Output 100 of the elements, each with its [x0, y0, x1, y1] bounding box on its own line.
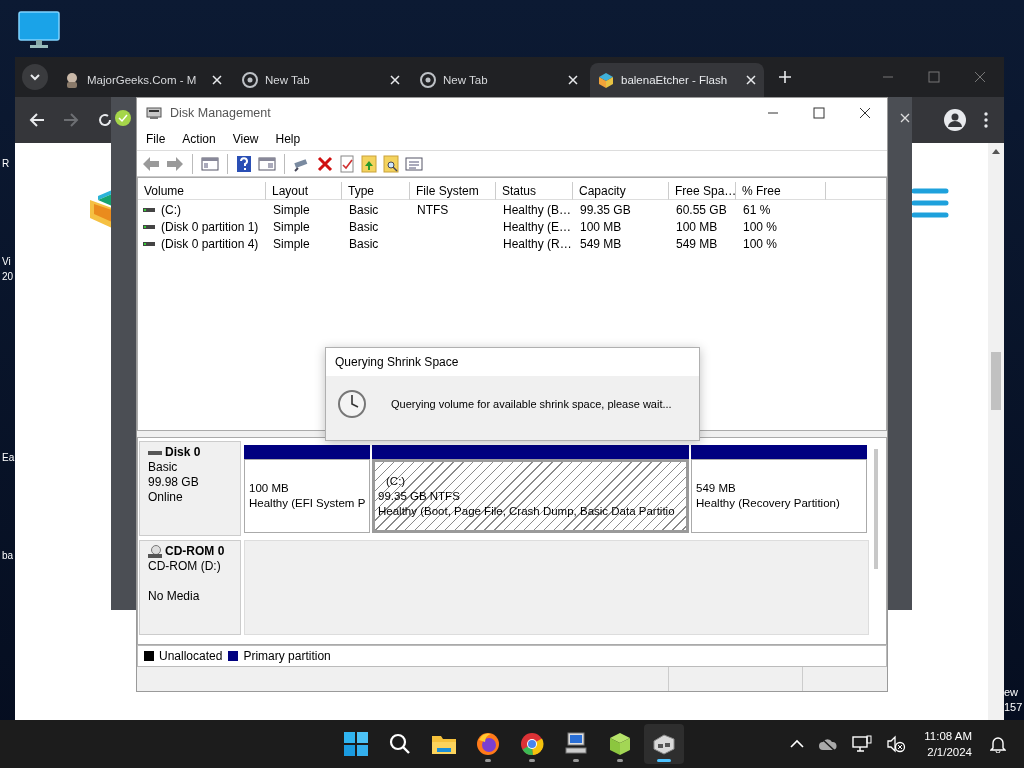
- desktop-icon-label[interactable]: 157: [1004, 700, 1023, 715]
- partition-status: Healthy (Boot, Page File, Crash Dump, Basic Data Partitio: [378, 503, 676, 519]
- table-cell-text: Basic: [348, 236, 380, 251]
- search-icon: [389, 733, 411, 755]
- profile-icon[interactable]: [944, 109, 966, 131]
- disk-size: 99.98 GB: [148, 475, 200, 490]
- close-icon[interactable]: [859, 107, 871, 119]
- table-cell-text: Healthy (E…: [502, 219, 573, 234]
- back-arrow-icon[interactable]: [29, 112, 45, 128]
- desktop-icon-label[interactable]: ba: [2, 548, 14, 563]
- desktop-icon-label[interactable]: 20: [2, 269, 14, 284]
- folder-up-icon[interactable]: [361, 154, 377, 173]
- table-cell-text: 99.35 GB: [579, 202, 632, 217]
- partition-label: (C:): [385, 473, 407, 489]
- table-cell-text: 100 MB: [675, 219, 719, 234]
- reload-icon[interactable]: [97, 112, 113, 128]
- cloud-off-icon[interactable]: [818, 737, 839, 751]
- scroll-up-icon[interactable]: [992, 149, 1000, 154]
- table-cell-text: 100 %: [742, 219, 779, 234]
- column-header[interactable]: Volume: [138, 182, 266, 200]
- column-header[interactable]: Free Spa…: [669, 182, 736, 200]
- column-header[interactable]: Capacity: [573, 182, 669, 200]
- table-cell-text: Healthy (B…: [502, 202, 573, 217]
- desktop-icon-label[interactable]: Vi: [2, 254, 11, 269]
- taskbar-button[interactable]: [644, 724, 684, 764]
- browser-tab[interactable]: New Tab: [234, 63, 408, 97]
- disk-drive-icon: [652, 733, 676, 755]
- column-header[interactable]: Status: [496, 182, 573, 200]
- partition-size: 100 MB: [249, 481, 290, 496]
- mascot-icon: [64, 72, 80, 88]
- cube-icon: [598, 72, 614, 88]
- scroll-thumb[interactable]: [991, 352, 1001, 410]
- menu-item[interactable]: Action: [182, 132, 216, 146]
- desktop-icon-label[interactable]: ew: [1004, 685, 1019, 700]
- disk-status: No Media: [148, 589, 201, 604]
- menu-item[interactable]: File: [146, 132, 166, 146]
- table-cell-text: Simple: [272, 219, 311, 234]
- delete-icon[interactable]: [317, 155, 333, 172]
- chevron-up-icon[interactable]: [790, 739, 805, 749]
- disk-label-panel[interactable]: Disk 0 Basic 99.98 GB Online: [139, 441, 241, 536]
- disk-label-panel[interactable]: CD-ROM 0 CD-ROM (D:) No Media: [139, 540, 241, 635]
- forward-arrow-icon[interactable]: [166, 155, 184, 172]
- disk-type: CD-ROM (D:): [148, 559, 222, 574]
- column-header[interactable]: Layout: [266, 182, 342, 200]
- computer-icon: [565, 732, 587, 756]
- globe-icon: [242, 72, 258, 88]
- disk-name: CD-ROM 0: [165, 544, 225, 559]
- column-header[interactable]: File System: [410, 182, 496, 200]
- bell-icon[interactable]: [990, 735, 1006, 753]
- partition-status: Healthy (EFI System P: [249, 496, 365, 511]
- fox-globe-icon: [476, 732, 500, 756]
- globe-icon: [420, 72, 436, 88]
- table-cell-text: Simple: [272, 202, 311, 217]
- table-cell-text: 100 MB: [579, 219, 623, 234]
- disk-status: Online: [148, 490, 184, 505]
- volume-name: (Disk 0 partition 1): [161, 219, 259, 234]
- table-cell-text: Basic: [348, 219, 380, 234]
- cd-drive-icon: [148, 544, 162, 559]
- table-cell-text: NTFS: [416, 202, 450, 217]
- browser-logo-icon: [520, 732, 544, 756]
- maximize-icon[interactable]: [813, 107, 825, 119]
- panel-icon[interactable]: [258, 155, 276, 172]
- partition-box[interactable]: (C:) 99.35 GB NTFS Healthy (Boot, Page File, Crash Dump, Basic Data Partitio: [372, 459, 689, 533]
- scrollbar[interactable]: [874, 449, 878, 569]
- partition-status: Healthy (Recovery Partition): [696, 496, 841, 511]
- table-cell-text: Healthy (R…: [502, 236, 573, 251]
- column-header[interactable]: % Free: [736, 182, 826, 200]
- disk-type: Basic: [148, 460, 179, 475]
- panel-icon[interactable]: [201, 155, 219, 172]
- monitor-icon[interactable]: [18, 11, 60, 49]
- desktop-icon-label[interactable]: R: [2, 156, 10, 171]
- menu-item[interactable]: View: [232, 132, 259, 146]
- search-folder-icon[interactable]: [383, 154, 399, 173]
- volume-name: (C:): [161, 202, 181, 217]
- partition-size: 99.35 GB NTFS: [378, 488, 461, 504]
- speaker-muted-icon[interactable]: [886, 735, 907, 753]
- date-text: 2/1/2024: [927, 745, 972, 760]
- clock[interactable]: 11:08 AM 2/1/2024: [924, 728, 972, 760]
- desktop-icon-label[interactable]: Ea: [2, 450, 15, 465]
- dialog-title: Querying Shrink Space: [335, 355, 459, 369]
- maximize-icon[interactable]: [928, 71, 940, 83]
- partition-box[interactable]: 100 MB Healthy (EFI System P: [244, 459, 370, 533]
- checklist-icon[interactable]: [339, 154, 355, 173]
- time-text: 11:08 AM: [924, 729, 972, 744]
- hamburger-icon[interactable]: [911, 187, 949, 219]
- legend-label: Unallocated: [159, 649, 223, 663]
- network-icon[interactable]: [852, 735, 873, 753]
- menu-item[interactable]: Help: [275, 132, 301, 146]
- plus-icon[interactable]: [778, 70, 792, 84]
- browser-tab[interactable]: New Tab: [412, 63, 586, 97]
- tab-search-icon[interactable]: [22, 64, 48, 90]
- menu-icon[interactable]: [984, 112, 988, 128]
- browser-tab[interactable]: MajorGeeks.Com - M: [56, 63, 230, 97]
- browser-tab[interactable]: balenaEtcher - Flash: [590, 63, 764, 97]
- column-header[interactable]: Type: [342, 182, 410, 200]
- table-cell-text: 61 %: [742, 202, 772, 217]
- partition-size: 549 MB: [696, 481, 737, 496]
- scrollbar[interactable]: [988, 143, 1004, 720]
- help-icon[interactable]: [236, 154, 252, 173]
- partition-box[interactable]: 549 MB Healthy (Recovery Partition): [691, 459, 867, 533]
